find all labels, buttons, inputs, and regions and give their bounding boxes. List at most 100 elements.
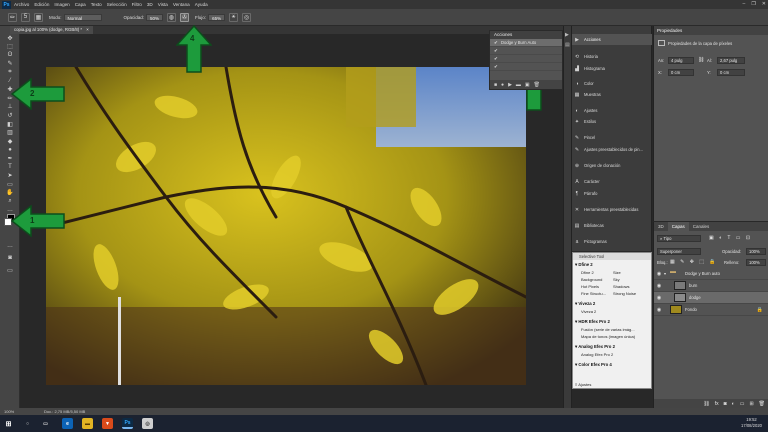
action-check-icon[interactable]: ✔ xyxy=(494,47,499,55)
mode-select[interactable]: Normal xyxy=(63,13,102,21)
screen-mode-icon[interactable]: ▭ xyxy=(6,266,14,274)
quick-select-icon[interactable]: ✎ xyxy=(6,60,14,68)
panel-item-clone-source[interactable]: ⊕ Origen de clonación xyxy=(572,160,652,171)
collapsed-panel-icon[interactable]: ▤ xyxy=(565,42,570,48)
stop-icon[interactable]: ■ xyxy=(494,82,497,88)
panel-item-brush-panel[interactable]: ✎ Pincel xyxy=(572,132,652,143)
panel-item-actions[interactable]: ▶ Acciones xyxy=(572,34,652,45)
panel-item-styles[interactable]: ✦ Estilos xyxy=(572,116,652,127)
fill-field[interactable]: 100% xyxy=(746,259,766,266)
collapsed-actions-icon[interactable]: ▶ xyxy=(565,32,569,38)
lasso-icon[interactable]: ʘ xyxy=(6,51,14,59)
brush-settings-icon[interactable]: ▦ xyxy=(34,12,43,22)
eye-icon[interactable]: ◉ xyxy=(654,307,664,313)
new-action-icon[interactable]: ▣ xyxy=(525,82,530,88)
menu-vista[interactable]: Vista xyxy=(158,2,168,7)
eraser-icon[interactable]: ◧ xyxy=(6,120,14,128)
menu-texto[interactable]: Texto xyxy=(91,2,102,7)
menu-selecci-n[interactable]: Selección xyxy=(107,2,127,7)
new-group-icon[interactable]: ▭ xyxy=(740,401,745,407)
gradient-icon[interactable]: ▥ xyxy=(6,129,14,137)
brush-size-picker[interactable]: 5 xyxy=(21,12,30,22)
layer-filter-icons[interactable]: ▣ ◐ T ▭ ⊡ xyxy=(709,235,752,241)
selective-section-header[interactable]: ▾ HDR Efex Pro 2 xyxy=(575,318,649,326)
lock-icons[interactable]: ▦ ✎ ✥ ⬚ 🔒 xyxy=(670,259,718,265)
new-layer-icon[interactable]: ⊞ xyxy=(749,401,753,407)
selective-item[interactable]: Fine Structu... xyxy=(581,291,606,296)
brush-tool-icon[interactable]: ✏ xyxy=(8,12,17,22)
shape-icon[interactable]: ▭ xyxy=(6,180,14,188)
panel-item-tool-presets[interactable]: ✕ Herramientas preestablecidas xyxy=(572,204,652,215)
layer-row[interactable]: ◉ Fondo 🔒 xyxy=(654,304,768,316)
tools-edit-toolbar-icon[interactable]: … xyxy=(6,242,14,250)
windows-start-icon[interactable]: ⊞ xyxy=(3,418,14,429)
action-check-icon[interactable]: ✔ xyxy=(494,39,499,47)
smoothing-icon[interactable]: ⚹ xyxy=(229,12,239,22)
selective-item[interactable]: Dfine 2 xyxy=(581,270,594,275)
action-row[interactable]: ✔ Dodge y Burn Auto xyxy=(490,39,562,47)
selective-item[interactable]: Hot Pixels xyxy=(581,284,599,289)
menu-imagen[interactable]: Imagen xyxy=(54,2,69,7)
panel-item-libraries[interactable]: ▤ Bibliotecas xyxy=(572,220,652,231)
action-row[interactable]: ✔ xyxy=(490,47,562,55)
layer-opacity-field[interactable]: 100% xyxy=(746,248,766,255)
dodge-icon[interactable]: ● xyxy=(6,146,14,154)
menu-ventana[interactable]: Ventana xyxy=(173,2,190,7)
move-icon[interactable]: ✥ xyxy=(6,34,14,42)
menu-3d[interactable]: 3D xyxy=(147,2,153,7)
action-check-icon[interactable]: ✔ xyxy=(494,63,499,71)
y-field[interactable]: 0 cm xyxy=(717,69,745,76)
selective-item[interactable]: Analog Efex Pro 2 xyxy=(581,352,613,357)
delete-layer-icon[interactable]: 🗑 xyxy=(759,401,765,407)
eye-icon[interactable]: ◉ xyxy=(654,295,664,301)
close-icon[interactable]: ✕ xyxy=(762,0,766,9)
action-row[interactable]: ✔ xyxy=(490,63,562,71)
selective-item[interactable]: Size xyxy=(613,270,621,275)
selective-item[interactable]: Background xyxy=(581,277,602,282)
document-image[interactable] xyxy=(46,67,526,385)
pen-icon[interactable]: ✒ xyxy=(6,154,14,162)
play-icon[interactable]: ▶ xyxy=(508,82,512,88)
menu-archivo[interactable]: Archivo xyxy=(14,2,29,7)
tab-3d[interactable]: 3D xyxy=(654,222,668,231)
task-view-icon[interactable]: ▭ xyxy=(40,418,51,429)
restore-icon[interactable]: ❐ xyxy=(751,0,755,9)
selective-section-header[interactable]: ▾ Dfine 2 xyxy=(575,261,649,269)
path-select-icon[interactable]: ➤ xyxy=(6,172,14,180)
delete-action-icon[interactable]: 🗑 xyxy=(534,82,540,88)
opacity-field[interactable]: 50% xyxy=(146,13,164,21)
eye-icon[interactable]: ◉ xyxy=(654,283,664,289)
file-explorer-icon[interactable]: ▬ xyxy=(82,418,93,429)
taskbar-clock[interactable]: 19:52 17/08/2020 xyxy=(741,417,762,429)
layer-row[interactable]: ◉ dodge xyxy=(654,292,768,304)
mask-icon[interactable]: ◙ xyxy=(724,401,727,407)
pressure-opacity-icon[interactable]: ◍ xyxy=(167,12,177,22)
menu-ayuda[interactable]: Ayuda xyxy=(195,2,208,7)
panel-item-paragraph[interactable]: ¶ Párrafo xyxy=(572,188,652,199)
quick-mask-icon[interactable]: ◙ xyxy=(6,254,14,262)
layer-row[interactable]: ◉ burn xyxy=(654,280,768,292)
flow-field[interactable]: 65% xyxy=(208,13,226,21)
new-set-icon[interactable]: ▬ xyxy=(516,82,521,88)
selective-item[interactable]: Viveza 2 xyxy=(581,309,596,314)
selective-item[interactable]: Sky xyxy=(613,277,620,282)
zoom-level[interactable]: 100% xyxy=(4,408,14,415)
height-field[interactable]: 2,67 pulg xyxy=(717,57,745,64)
fx-icon[interactable]: fx xyxy=(715,401,719,407)
panel-item-color[interactable]: ◑ Color xyxy=(572,78,652,89)
document-tab-close-icon[interactable]: × xyxy=(86,27,89,32)
selective-section-header[interactable]: ▾ Color Efex Pro 4 xyxy=(575,361,649,369)
photoshop-taskbar-icon[interactable]: Ps xyxy=(122,418,133,429)
link-layers-icon[interactable]: ⛓ xyxy=(703,401,709,407)
selective-item[interactable]: Fusión (serie de varias imág... xyxy=(581,327,635,332)
crop-icon[interactable]: ⌗ xyxy=(6,68,14,76)
search-icon[interactable]: ○ xyxy=(22,418,33,429)
blur-icon[interactable]: ◆ xyxy=(6,137,14,145)
panel-item-swatches[interactable]: ▦ Muestras xyxy=(572,89,652,100)
panel-item-brush-presets[interactable]: ✎ Ajustes preestablecidos de pin... xyxy=(572,144,652,155)
minimize-icon[interactable]: – xyxy=(743,0,746,9)
menu-edici-n[interactable]: Edición xyxy=(34,2,49,7)
history-brush-icon[interactable]: ↺ xyxy=(6,111,14,119)
action-check-icon[interactable]: ✔ xyxy=(494,55,499,63)
action-row[interactable]: ✔ xyxy=(490,55,562,63)
